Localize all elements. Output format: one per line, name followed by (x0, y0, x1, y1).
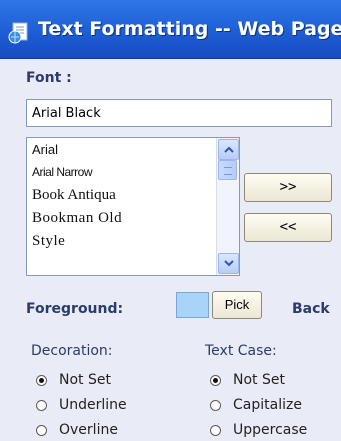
scroll-up-button[interactable] (218, 139, 239, 160)
chevron-up-icon (223, 146, 234, 153)
font-list-item[interactable]: Bookman Old (27, 207, 217, 230)
radio-label: Capitalize (233, 397, 302, 413)
background-label: Back (292, 301, 330, 317)
radio-button[interactable] (36, 374, 47, 386)
remove-font-button[interactable]: << (244, 213, 332, 242)
font-label: Font : (26, 70, 72, 86)
font-list-item[interactable]: Arial (27, 138, 217, 161)
font-list-item[interactable]: Book Antiqua (27, 184, 217, 207)
foreground-label: Foreground: (26, 301, 124, 317)
radio-button[interactable] (36, 424, 47, 436)
decoration-option-underline[interactable]: Underline (36, 395, 127, 415)
add-font-button[interactable]: >> (244, 173, 332, 202)
scroll-down-button[interactable] (218, 253, 239, 274)
font-list: Arial Arial Narrow Book Antiqua Bookman … (27, 138, 217, 253)
chevron-down-icon (223, 260, 234, 267)
font-list-scrollbar[interactable] (216, 138, 239, 275)
font-list-item[interactable]: Style (27, 230, 217, 253)
decoration-option-not-set[interactable]: Not Set (36, 370, 111, 390)
radio-button[interactable] (210, 399, 221, 411)
radio-button[interactable] (210, 424, 221, 436)
text-case-option-uppercase[interactable]: Uppercase (210, 420, 307, 440)
title-bar: Text Formatting -- Web Page (0, 0, 341, 59)
radio-label: Not Set (59, 372, 111, 388)
decoration-title: Decoration: (31, 343, 113, 359)
radio-label: Not Set (233, 372, 285, 388)
foreground-color-swatch[interactable] (176, 292, 209, 318)
text-case-option-capitalize[interactable]: Capitalize (210, 395, 302, 415)
decoration-option-overline[interactable]: Overline (36, 420, 118, 440)
text-case-option-not-set[interactable]: Not Set (210, 370, 285, 390)
radio-label: Uppercase (233, 422, 308, 438)
radio-button[interactable] (210, 374, 221, 386)
text-case-title: Text Case: (205, 343, 277, 359)
radio-label: Overline (59, 422, 118, 438)
pick-color-button[interactable]: Pick (212, 291, 262, 319)
window-title: Text Formatting -- Web Page (38, 18, 341, 40)
radio-button[interactable] (36, 399, 47, 411)
font-list-item[interactable]: Arial Narrow (27, 161, 217, 184)
radio-label: Underline (59, 397, 127, 413)
scroll-thumb[interactable] (218, 160, 237, 180)
font-listbox[interactable]: Arial Arial Narrow Book Antiqua Bookman … (26, 137, 240, 276)
web-page-icon (8, 22, 28, 44)
font-input[interactable] (26, 99, 332, 127)
